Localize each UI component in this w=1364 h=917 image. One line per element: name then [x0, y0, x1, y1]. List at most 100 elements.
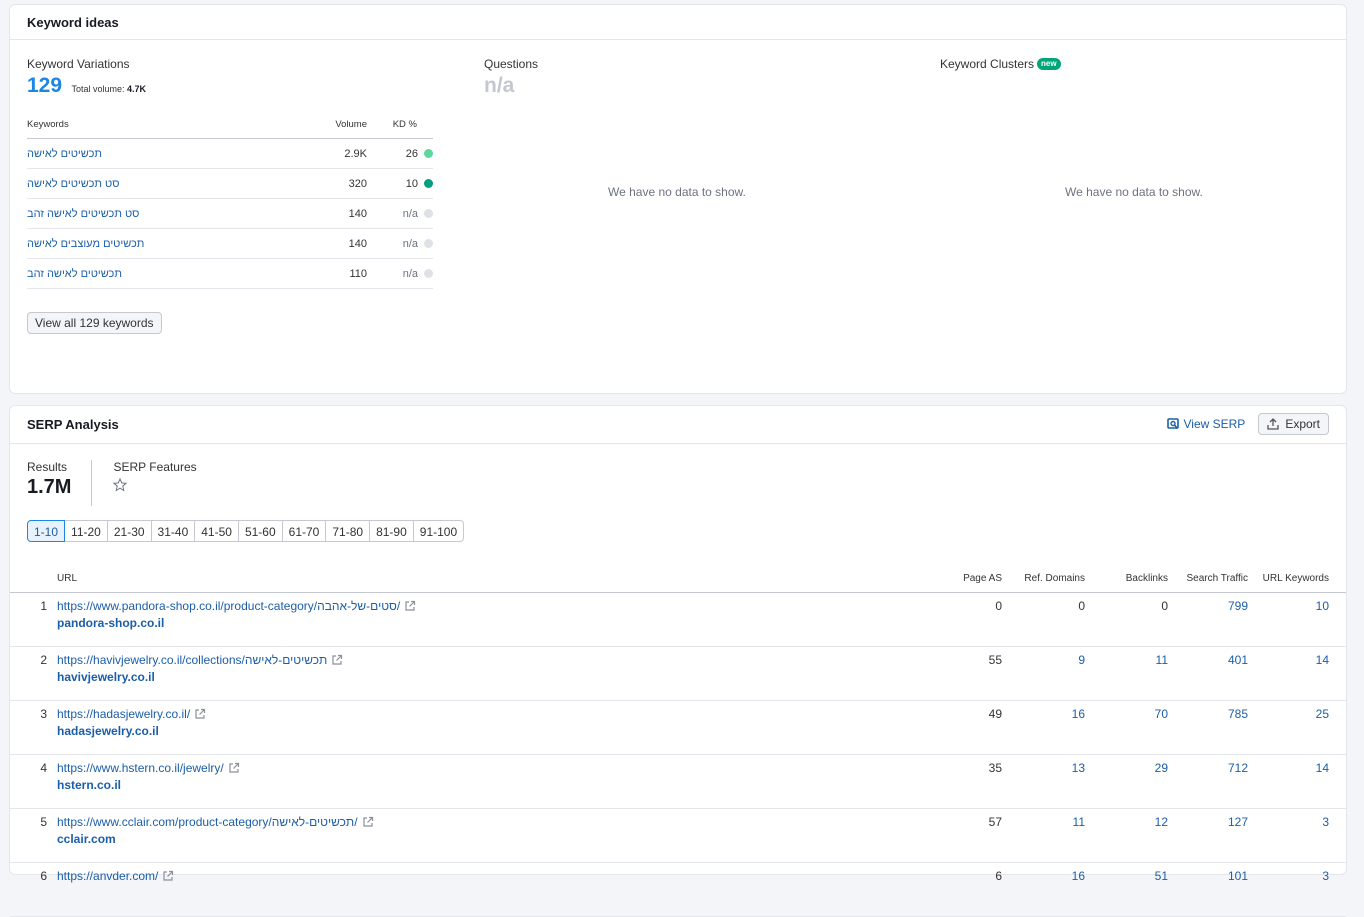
total-volume-label: Total volume: — [71, 84, 125, 94]
serp-domain[interactable]: hstern.co.il — [57, 778, 942, 792]
export-button[interactable]: Export — [1258, 413, 1329, 435]
serp-search-traffic[interactable]: 785 — [1168, 700, 1248, 755]
external-link-icon[interactable] — [331, 654, 343, 666]
serp-url-keywords[interactable]: 14 — [1248, 754, 1329, 809]
serp-search-traffic[interactable]: 101 — [1168, 862, 1248, 917]
view-serp-button[interactable]: View SERP — [1166, 417, 1246, 431]
serp-url-link[interactable]: https://www.pandora-shop.co.il/product-c… — [57, 599, 416, 613]
keyword-row: סט תכשיטים לאישה 320 10 — [27, 168, 433, 199]
page-button-41-50[interactable]: 41-50 — [195, 520, 239, 542]
serp-url-keywords[interactable]: 25 — [1248, 700, 1329, 755]
serp-analysis-card: SERP Analysis View SERP Export Results 1… — [9, 405, 1347, 917]
serp-url-keywords[interactable]: 3 — [1248, 808, 1329, 863]
new-badge: new — [1037, 58, 1061, 70]
serp-ref-domains[interactable]: 9 — [1002, 646, 1085, 701]
external-link-icon[interactable] — [194, 708, 206, 720]
page-button-51-60[interactable]: 51-60 — [238, 520, 283, 542]
page-button-91-100[interactable]: 91-100 — [413, 520, 465, 542]
keyword-volume: 110 — [297, 258, 383, 289]
serp-url-link[interactable]: https://anvder.com/ — [57, 869, 174, 883]
serp-url-link[interactable]: https://www.cclair.com/product-category/… — [57, 815, 374, 829]
column-page-as: Page AS — [942, 564, 1002, 593]
keyword-link[interactable]: תכשיטים לאישה — [27, 148, 102, 160]
questions-section: Questions n/a — [484, 57, 884, 98]
keyword-volume: 140 — [297, 198, 383, 229]
serp-row-pad — [1329, 754, 1346, 809]
total-volume-value: 4.7K — [127, 84, 147, 94]
kd-indicator-dot — [424, 269, 433, 278]
serp-backlinks: 0 — [1085, 592, 1168, 647]
page-button-31-40[interactable]: 31-40 — [151, 520, 196, 542]
external-link-icon[interactable] — [362, 816, 374, 828]
serp-backlinks[interactable]: 70 — [1085, 700, 1168, 755]
serp-domain[interactable]: havivjewelry.co.il — [57, 670, 942, 684]
serp-domain[interactable]: pandora-shop.co.il — [57, 616, 942, 630]
serp-url-link[interactable]: https://www.hstern.co.il/jewelry/ — [57, 761, 240, 775]
serp-url-text: https://www.pandora-shop.co.il/product-c… — [57, 599, 401, 613]
keyword-cell: תכשיטים לאישה — [27, 138, 297, 169]
serp-search-traffic[interactable]: 401 — [1168, 646, 1248, 701]
serp-url-cell: https://anvder.com/ — [47, 862, 942, 917]
serp-url-keywords[interactable]: 3 — [1248, 862, 1329, 917]
serp-search-traffic[interactable]: 127 — [1168, 808, 1248, 863]
keyword-link[interactable]: תכשיטים מעוצבים לאישה — [27, 238, 144, 250]
page-button-21-30[interactable]: 21-30 — [107, 520, 152, 542]
serp-search-traffic[interactable]: 712 — [1168, 754, 1248, 809]
page-button-71-80[interactable]: 71-80 — [326, 520, 371, 542]
results-pagination: 1-10 11-20 21-30 31-40 41-50 51-60 61-70 71-80 8… — [27, 520, 465, 542]
keyword-row: תכשיטים לאישה זהב 110 n/a — [27, 258, 433, 289]
clusters-empty-message: We have no data to show. — [1065, 185, 1203, 199]
serp-page-as: 49 — [942, 700, 1002, 755]
serp-url-link[interactable]: https://havivjewelry.co.il/collections/ת… — [57, 653, 343, 667]
kd-indicator-dot — [424, 209, 433, 218]
column-url-keywords: URL Keywords — [1248, 564, 1329, 593]
serp-url-keywords[interactable]: 14 — [1248, 646, 1329, 701]
keyword-link[interactable]: סט תכשיטים לאישה זהב — [27, 208, 139, 220]
view-serp-label: View SERP — [1183, 417, 1246, 431]
serp-backlinks[interactable]: 11 — [1085, 646, 1168, 701]
serp-backlinks[interactable]: 12 — [1085, 808, 1168, 863]
serp-search-traffic[interactable]: 799 — [1168, 592, 1248, 647]
view-all-keywords-button[interactable]: View all 129 keywords — [27, 312, 162, 334]
serp-url-cell: https://havivjewelry.co.il/collections/ת… — [47, 646, 942, 701]
keyword-link[interactable]: תכשיטים לאישה זהב — [27, 268, 122, 280]
page-button-81-90[interactable]: 81-90 — [370, 520, 414, 542]
keyword-link[interactable]: סט תכשיטים לאישה — [27, 178, 119, 190]
serp-domain[interactable]: hadasjewelry.co.il — [57, 724, 942, 738]
keyword-variations-count[interactable]: 129 — [27, 74, 62, 98]
serp-domain[interactable]: cclair.com — [57, 832, 942, 846]
external-link-icon[interactable] — [404, 600, 416, 612]
keyword-clusters-title-row: Keyword Clusters new — [940, 57, 1340, 71]
serp-rank: 3 — [10, 700, 47, 755]
page-button-1-10[interactable]: 1-10 — [27, 520, 66, 542]
serp-url-cell: https://www.cclair.com/product-category/… — [47, 808, 942, 863]
keyword-clusters-title: Keyword Clusters — [940, 57, 1035, 71]
serp-url-cell: https://www.hstern.co.il/jewelry/hstern.… — [47, 754, 942, 809]
keyword-variations-section: Keyword Variations 129 Total volume: 4.7… — [27, 57, 433, 289]
keyword-variations-title: Keyword Variations — [27, 57, 130, 71]
keyword-kd: 10 — [405, 177, 418, 190]
keyword-row: סט תכשיטים לאישה זהב 140 n/a — [27, 198, 433, 229]
kd-indicator-dot — [424, 179, 433, 188]
external-link-icon[interactable] — [228, 762, 240, 774]
external-link-icon[interactable] — [162, 870, 174, 882]
serp-page-as: 57 — [942, 808, 1002, 863]
serp-ref-domains[interactable]: 11 — [1002, 808, 1085, 863]
serp-table: URL Page AS Ref. Domains Backlinks Searc… — [10, 564, 1346, 917]
page-button-11-20[interactable]: 11-20 — [65, 520, 108, 542]
page-button-61-70[interactable]: 61-70 — [282, 520, 327, 542]
star-icon — [113, 477, 196, 497]
results-value: 1.7M — [27, 476, 72, 498]
serp-backlinks[interactable]: 51 — [1085, 862, 1168, 917]
keyword-kd-cell: 10 — [383, 168, 433, 199]
serp-backlinks[interactable]: 29 — [1085, 754, 1168, 809]
keyword-cell: סט תכשיטים לאישה — [27, 168, 297, 199]
serp-url-text: https://anvder.com/ — [57, 869, 159, 883]
serp-ref-domains[interactable]: 16 — [1002, 700, 1085, 755]
serp-actions: View SERP Export — [1166, 413, 1329, 435]
serp-url-link[interactable]: https://hadasjewelry.co.il/ — [57, 707, 206, 721]
serp-url-keywords[interactable]: 10 — [1248, 592, 1329, 647]
serp-ref-domains[interactable]: 16 — [1002, 862, 1085, 917]
serp-page-as: 6 — [942, 862, 1002, 917]
serp-ref-domains[interactable]: 13 — [1002, 754, 1085, 809]
